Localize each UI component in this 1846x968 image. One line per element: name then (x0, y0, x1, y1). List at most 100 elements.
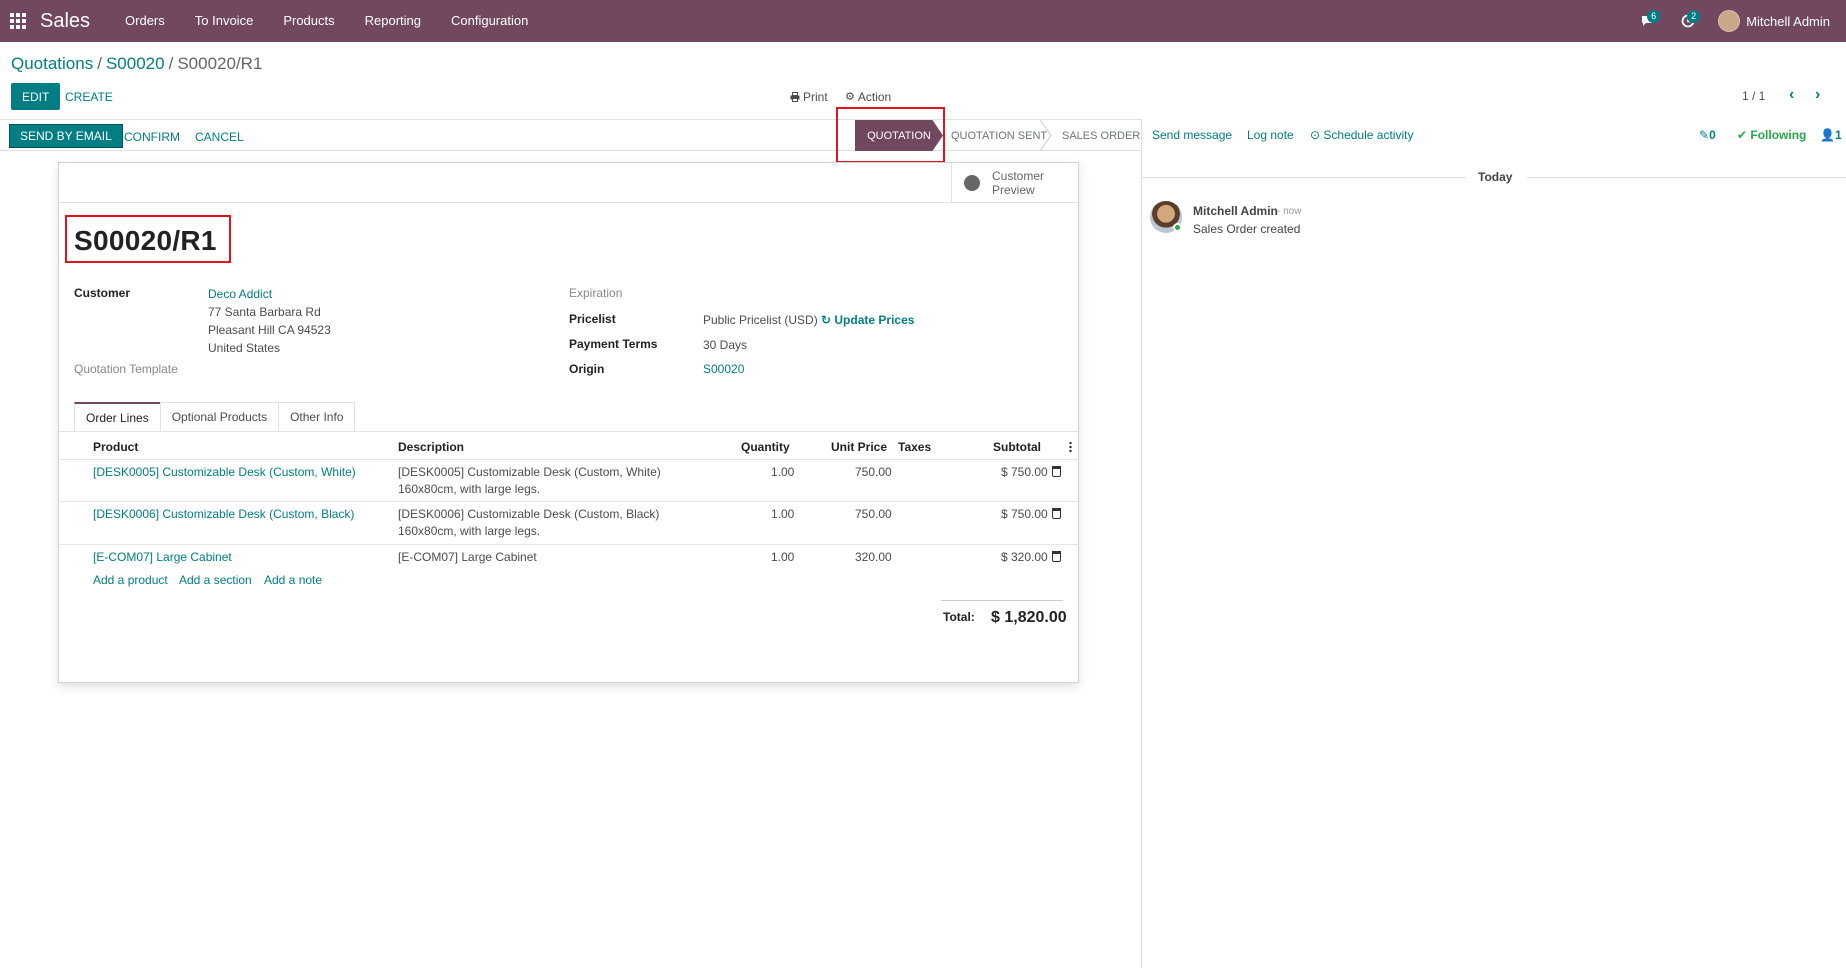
add-section-link[interactable]: Add a section (179, 573, 252, 587)
row1-description-line1[interactable]: [DESK0005] Customizable Desk (Custom, Wh… (398, 464, 661, 481)
notebook-tabs: Order Lines Optional Products Other Info (74, 402, 356, 431)
row3-quantity[interactable]: 1.00 (771, 549, 794, 566)
tab-divider (59, 431, 1078, 432)
quotation-template-label[interactable]: Quotation Template (74, 362, 178, 376)
row2-description-line1[interactable]: [DESK0006] Customizable Desk (Custom, Bl… (398, 506, 659, 523)
origin-link[interactable]: S00020 (703, 362, 744, 376)
tab-order-lines[interactable]: Order Lines (74, 402, 161, 431)
attachments-count: 0 (1709, 128, 1716, 142)
send-by-email-button[interactable]: SEND BY EMAIL (9, 124, 123, 148)
chevron-right-icon[interactable]: › (1815, 86, 1820, 104)
column-taxes[interactable]: Taxes (898, 440, 931, 454)
app-name[interactable]: Sales (40, 10, 90, 33)
following-button[interactable]: ✔ Following (1737, 128, 1806, 142)
row1-delete-icon[interactable] (1052, 466, 1061, 477)
message-time: - now (1277, 206, 1302, 217)
payment-terms-value[interactable]: 30 Days (703, 336, 747, 354)
row2-description-line2[interactable]: 160x80cm, with large legs. (398, 523, 540, 540)
row1-quantity[interactable]: 1.00 (771, 464, 794, 481)
column-quantity[interactable]: Quantity (741, 440, 790, 454)
row2-unit-price[interactable]: 750.00 (855, 506, 892, 523)
total-value: $ 1,820.00 (991, 609, 1067, 626)
customer-preview-button[interactable]: Customer Preview (951, 163, 1078, 203)
paperclip-icon: ✎ (1699, 128, 1710, 142)
stage-quotation-sent[interactable]: QUOTATION SENT (951, 120, 1047, 151)
row2-product[interactable]: [DESK0006] Customizable Desk (Custom, Bl… (93, 507, 354, 521)
stage-sales-order[interactable]: SALES ORDER (1062, 120, 1140, 151)
followers-button[interactable]: 👤1 (1820, 128, 1842, 142)
gear-icon: ⚙ (845, 91, 855, 103)
action-label: Action (857, 89, 892, 104)
add-product-link[interactable]: Add a product (93, 573, 168, 587)
message-body: Sales Order created (1193, 222, 1301, 236)
message-author[interactable]: Mitchell Admin (1193, 204, 1278, 218)
breadcrumb-s00020[interactable]: S00020 (106, 54, 165, 73)
row2-quantity[interactable]: 1.00 (771, 506, 794, 523)
user-menu[interactable]: Mitchell Admin (1746, 14, 1830, 29)
customer-link[interactable]: Deco Addict (208, 287, 272, 301)
customer-address-line1: 77 Santa Barbara Rd (208, 305, 321, 319)
pricelist-label: Pricelist (569, 312, 616, 326)
row1-product[interactable]: [DESK0005] Customizable Desk (Custom, Wh… (93, 465, 356, 479)
schedule-activity-button[interactable]: ⊙ Schedule activity (1310, 128, 1413, 142)
update-prices-button[interactable]: ↻ Update Prices (821, 313, 914, 327)
menu-configuration[interactable]: Configuration (436, 0, 543, 42)
row3-description-line1[interactable]: [E-COM07] Large Cabinet (398, 549, 537, 566)
tab-other-info[interactable]: Other Info (278, 402, 356, 431)
customer-address-line2: Pleasant Hill CA 94523 (208, 323, 331, 337)
menu-to-invoice[interactable]: To Invoice (180, 0, 269, 42)
action-button[interactable]: ⚙ Action (845, 83, 891, 110)
create-button[interactable]: CREATE (65, 83, 113, 110)
payment-terms-label: Payment Terms (569, 337, 658, 351)
activities-badge: 2 (1687, 10, 1701, 23)
column-options-icon[interactable] (1069, 441, 1072, 453)
column-unit-price[interactable]: Unit Price (831, 440, 887, 454)
log-note-button[interactable]: Log note (1247, 128, 1294, 142)
check-icon: ✔ (1737, 128, 1751, 142)
row1-description-line2[interactable]: 160x80cm, with large legs. (398, 481, 540, 498)
user-avatar[interactable] (1718, 10, 1741, 32)
menu-reporting[interactable]: Reporting (350, 0, 436, 42)
breadcrumb-quotations[interactable]: Quotations (11, 54, 93, 73)
print-button[interactable]: Print (790, 83, 828, 110)
expiration-label[interactable]: Expiration (569, 286, 622, 300)
attachments-button[interactable]: ✎0 (1699, 128, 1716, 142)
column-subtotal[interactable]: Subtotal (993, 440, 1041, 454)
apps-menu-icon[interactable] (0, 0, 36, 42)
breadcrumb-current: S00020/R1 (177, 54, 263, 73)
row3-unit-price[interactable]: 320.00 (855, 549, 892, 566)
clock-icon: ⊙ (1310, 128, 1324, 142)
row3-product[interactable]: [E-COM07] Large Cabinet (93, 550, 232, 564)
button-box: Customer Preview (59, 163, 1078, 203)
followers-count: 1 (1834, 128, 1842, 142)
menu-orders[interactable]: Orders (110, 0, 180, 42)
confirm-button[interactable]: CONFIRM (124, 126, 180, 148)
pricelist-value[interactable]: Public Pricelist (USD) (703, 311, 818, 329)
menu-products[interactable]: Products (268, 0, 349, 42)
row3-delete-icon[interactable] (1052, 551, 1061, 562)
send-message-button[interactable]: Send message (1152, 128, 1232, 142)
origin-label: Origin (569, 362, 605, 376)
messaging-button[interactable]: 6 (1628, 0, 1668, 42)
refresh-icon: ↻ (821, 313, 835, 327)
edit-button[interactable]: EDIT (11, 83, 61, 110)
cancel-button[interactable]: CANCEL (195, 126, 244, 148)
chevron-left-icon[interactable]: ‹ (1789, 86, 1794, 104)
row2-delete-icon[interactable] (1052, 508, 1061, 519)
chatter-panel: Send message Log note ⊙ Schedule activit… (1141, 119, 1846, 968)
column-product[interactable]: Product (93, 440, 138, 454)
print-icon (790, 91, 800, 102)
add-note-link[interactable]: Add a note (264, 573, 322, 587)
row3-subtotal: $ 320.00 (1001, 550, 1048, 564)
breadcrumb: Quotations / S00020/S00020/R1 (11, 54, 263, 73)
row1-subtotal: $ 750.00 (1001, 465, 1048, 479)
column-description[interactable]: Description (398, 440, 464, 454)
preview-label-2: Preview (992, 183, 1035, 197)
globe-icon (964, 175, 980, 191)
tab-optional-products[interactable]: Optional Products (159, 402, 280, 431)
activities-button[interactable]: 2 (1668, 0, 1708, 42)
highlight-title-box (65, 215, 231, 263)
highlight-stage-box (836, 107, 945, 163)
pager-value[interactable]: 1 / 1 (1742, 89, 1765, 103)
row1-unit-price[interactable]: 750.00 (855, 464, 892, 481)
